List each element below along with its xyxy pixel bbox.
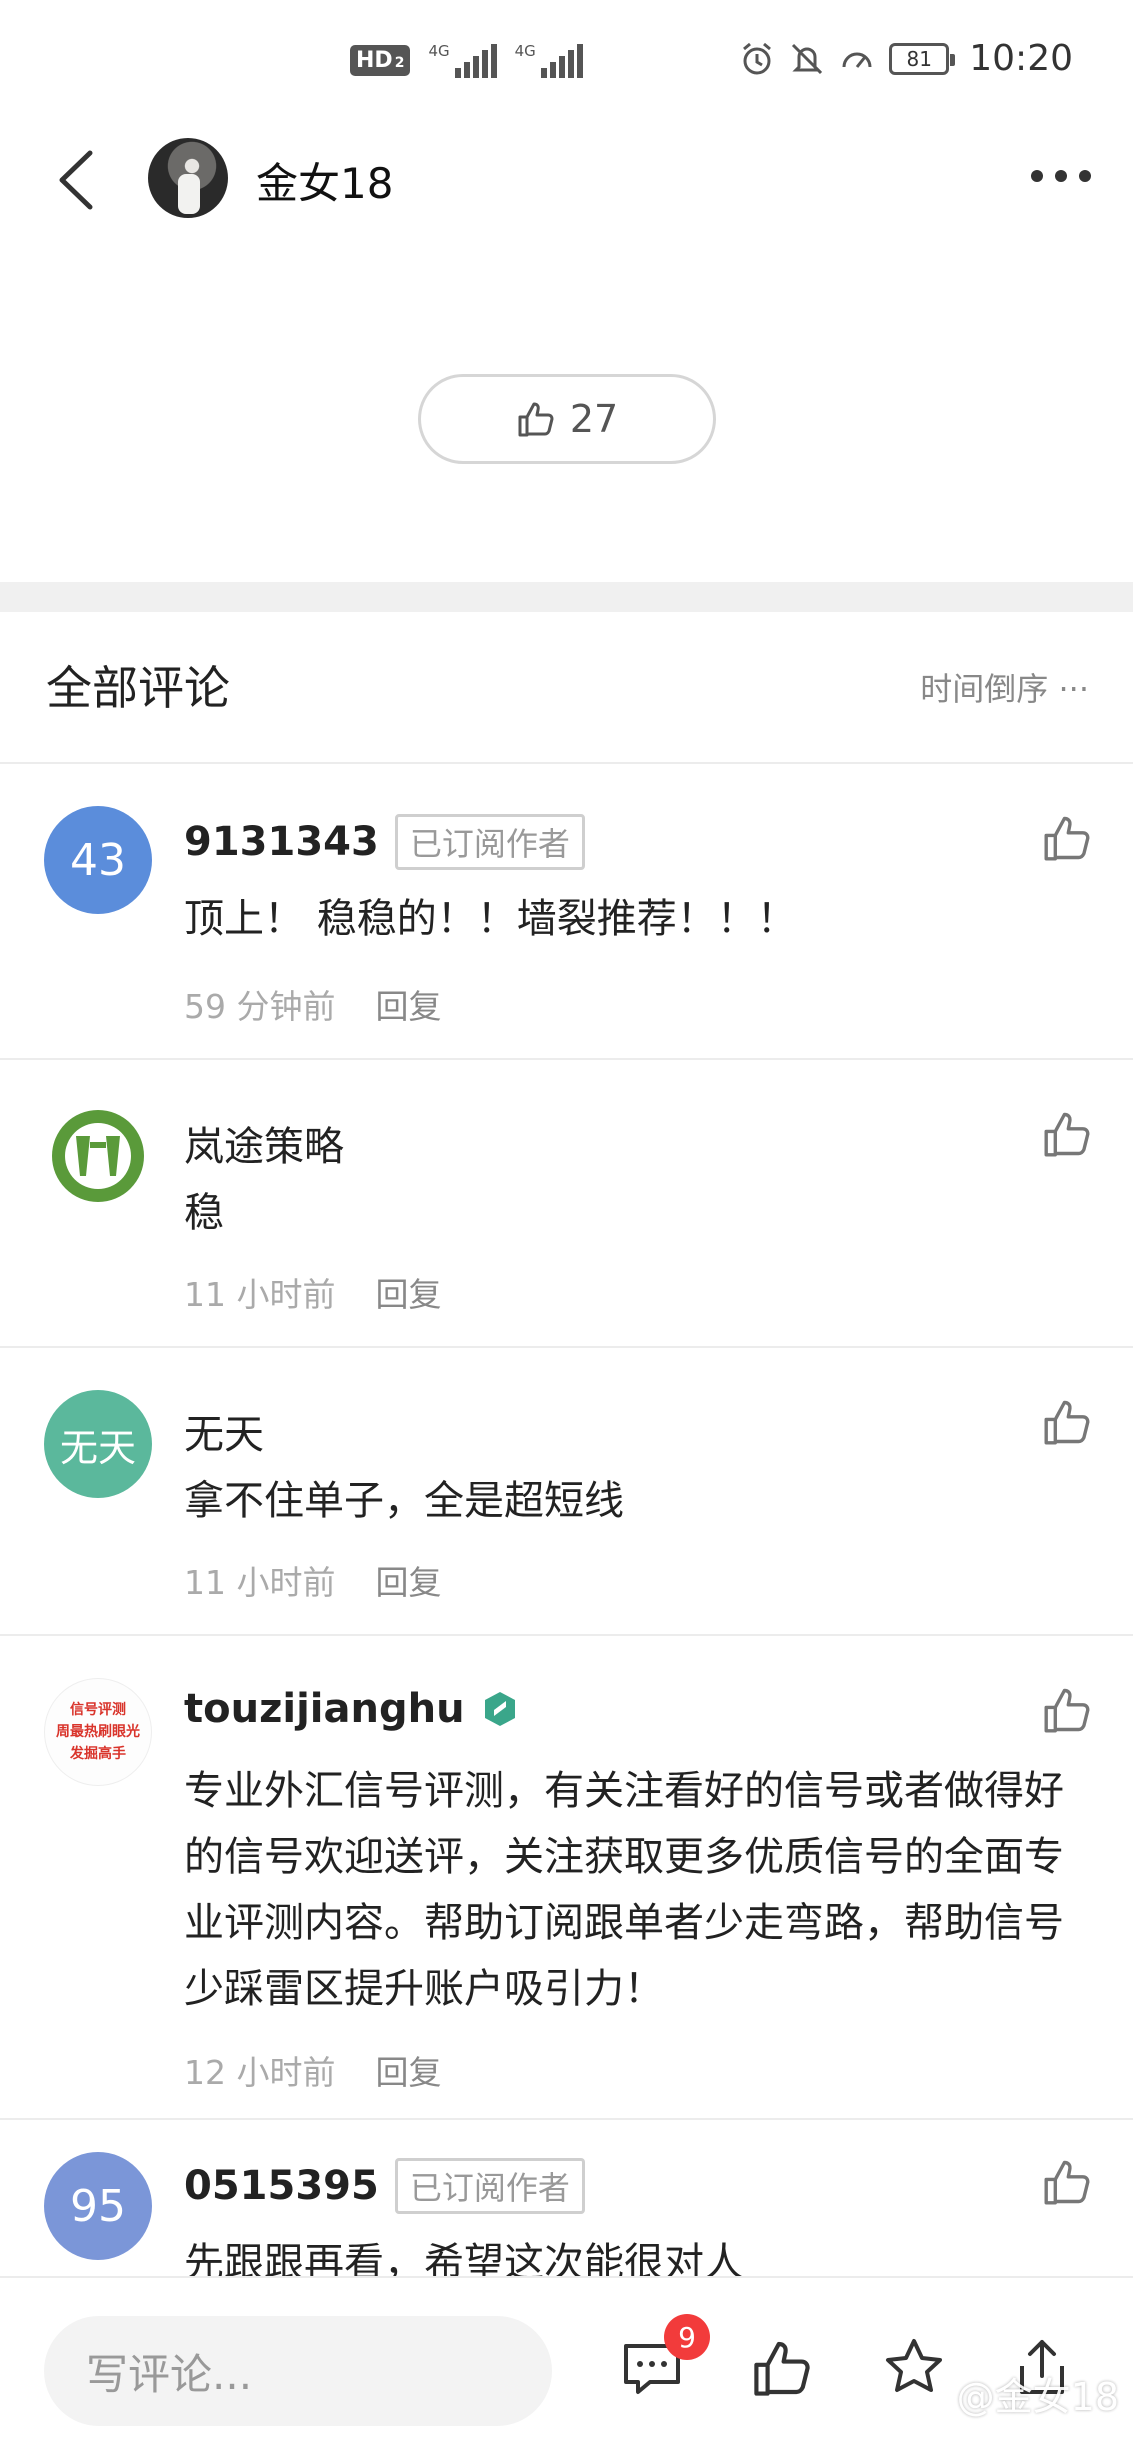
comment-text: 先跟跟再看，希望这次能很对人: [184, 2240, 744, 2280]
comments-header: 全部评论 时间倒序 ···: [0, 612, 1133, 764]
signal-group: HD 2 4G 4G: [350, 42, 583, 78]
comment-text: 顶上！ 稳稳的！！墙裂推荐！！！: [184, 896, 797, 942]
bottom-action-bar: 写评论... 9 @金女18: [0, 2276, 1133, 2453]
lantu-logo: [52, 1110, 144, 1202]
thumbs-up-icon[interactable]: [750, 2336, 814, 2400]
comment-item: 95 0515395 已订阅作者 先跟跟再看，希望这次能很对人: [0, 2120, 1133, 2280]
comment-time: 11 小时前: [184, 1563, 336, 1602]
more-options-icon[interactable]: [1031, 170, 1091, 182]
reply-button[interactable]: 回复: [375, 1556, 441, 1604]
commenter-name[interactable]: 0515395: [184, 2163, 379, 2209]
status-right: 81 10:20: [739, 38, 1073, 79]
verified-icon: [484, 1692, 515, 1726]
commenter-avatar[interactable]: 无天: [44, 1390, 152, 1498]
subscriber-badge: 已订阅作者: [394, 814, 585, 870]
commenter-name[interactable]: 无天: [184, 1402, 264, 1460]
comment-item: 无天 无天 拿不住单子，全是超短线 11 小时前 回复: [0, 1348, 1133, 1636]
commenter-avatar[interactable]: [44, 1102, 152, 1210]
author-name[interactable]: 金女18: [256, 150, 393, 211]
commenter-name[interactable]: touzijianghu: [184, 1686, 465, 1732]
reply-button[interactable]: 回复: [375, 1268, 441, 1316]
author-avatar[interactable]: [148, 138, 228, 218]
thumbs-up-icon[interactable]: [1041, 1108, 1093, 1160]
hd-icon: HD 2: [350, 44, 411, 76]
like-count: 27: [569, 397, 619, 441]
like-button[interactable]: 27: [418, 374, 716, 464]
commenter-name[interactable]: 9131343: [184, 819, 379, 865]
subscriber-badge: 已订阅作者: [394, 2158, 585, 2214]
mute-icon: [792, 43, 823, 74]
status-bar: HD 2 4G 4G 81 10:20: [0, 0, 1133, 120]
comment-input[interactable]: 写评论...: [44, 2316, 552, 2426]
commenter-name[interactable]: 岚途策略: [184, 1114, 344, 1172]
comment-item: 岚途策略 稳 11 小时前 回复: [0, 1060, 1133, 1348]
clock: 10:20: [969, 38, 1073, 79]
thumbs-up-icon: [518, 402, 554, 437]
thumbs-up-icon[interactable]: [1041, 1684, 1093, 1736]
comment-time: 11 小时前: [184, 1275, 336, 1314]
commenter-avatar[interactable]: 信号评测 周最热刷眼光 发掘高手: [44, 1678, 152, 1786]
thumbs-up-icon[interactable]: [1041, 1396, 1093, 1448]
comment-count-badge: 9: [664, 2314, 710, 2360]
comment-item: 43 9131343 已订阅作者 顶上！ 稳稳的！！墙裂推荐！！！ 59 分钟前…: [0, 764, 1133, 1060]
thumbs-up-icon[interactable]: [1041, 2156, 1093, 2208]
alarm-icon: [743, 42, 772, 74]
commenter-avatar[interactable]: 43: [44, 806, 152, 914]
comment-time: 12 小时前: [184, 2053, 336, 2092]
sort-selector[interactable]: 时间倒序 ···: [920, 664, 1089, 710]
comment-item: 信号评测 周最热刷眼光 发掘高手 touzijianghu 专业外汇信号评测，有…: [0, 1636, 1133, 2120]
top-nav: 金女18: [0, 120, 1133, 240]
watermark: @金女18: [956, 2375, 1119, 2419]
comment-time: 59 分钟前: [184, 987, 336, 1026]
comment-text: 拿不住单子，全是超短线: [184, 1478, 624, 1524]
reply-button[interactable]: 回复: [375, 2046, 441, 2094]
comment-text: 稳: [184, 1190, 224, 1236]
signal-icon-sim1: 4G: [428, 42, 497, 78]
speed-icon: [842, 52, 872, 68]
star-icon[interactable]: [882, 2336, 946, 2400]
section-divider: [0, 582, 1133, 612]
signal-icon-sim2: 4G: [515, 42, 583, 78]
comments-title: 全部评论: [46, 661, 230, 715]
commenter-avatar[interactable]: 95: [44, 2152, 152, 2260]
battery-icon: 81: [889, 42, 956, 75]
thumbs-up-icon[interactable]: [1041, 812, 1093, 864]
back-arrow-icon[interactable]: [50, 145, 106, 215]
comment-text: 专业外汇信号评测，有关注看好的信号或者做得好的信号欢迎送评，关注获取更多优质信号…: [184, 1768, 1064, 2012]
reply-button[interactable]: 回复: [375, 980, 441, 1028]
